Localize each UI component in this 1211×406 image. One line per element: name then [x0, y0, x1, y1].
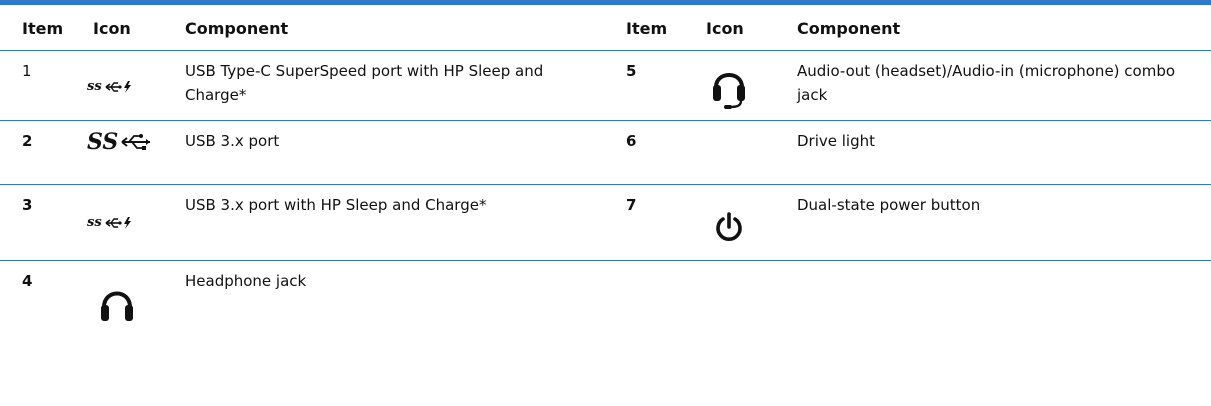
table-row: 3 ss USB 3.x port with HP Sleep and Char… [0, 185, 1211, 261]
item-number: 7 [626, 196, 637, 214]
headset-icon [712, 61, 746, 113]
item-number: 3 [22, 196, 33, 214]
table-row: 2 SS USB 3.x port 6 Drive light [0, 121, 1211, 185]
component-label: Drive light [797, 132, 876, 150]
component-label: USB Type-C SuperSpeed port with HP Sleep… [185, 62, 544, 104]
component-label: Dual-state power button [797, 196, 981, 214]
component-label: USB 3.x port [185, 132, 280, 150]
header-item-2: Item [626, 19, 668, 38]
item-number: 4 [22, 272, 33, 290]
table-row: 1 ss USB Type-C SuperSpeed port with HP … [0, 51, 1211, 121]
usb-superspeed-sleep-charge-icon: ss [87, 215, 134, 230]
usb-superspeed-sleep-charge-icon: ss [87, 79, 134, 94]
item-number: 6 [626, 132, 637, 150]
item-number: 2 [22, 132, 33, 150]
header-component-2: Component [797, 19, 901, 38]
headphone-icon [100, 283, 134, 325]
components-table: Item Icon Component Item Icon Component … [0, 0, 1211, 333]
header-icon: Icon [93, 19, 131, 38]
table-row: 4 Headphone jack [0, 261, 1211, 333]
component-label: Audio-out (headset)/Audio-in (microphone… [797, 62, 1176, 104]
header-item: Item [22, 19, 64, 38]
power-icon [714, 211, 744, 247]
usb-superspeed-icon: SS [87, 129, 154, 155]
header-component: Component [185, 19, 289, 38]
header-icon-2: Icon [706, 19, 744, 38]
item-number: 5 [626, 62, 637, 80]
component-label: Headphone jack [185, 272, 307, 290]
component-label: USB 3.x port with HP Sleep and Charge* [185, 196, 487, 214]
item-number: 1 [22, 62, 32, 80]
table-header-row: Item Icon Component Item Icon Component [0, 5, 1211, 51]
